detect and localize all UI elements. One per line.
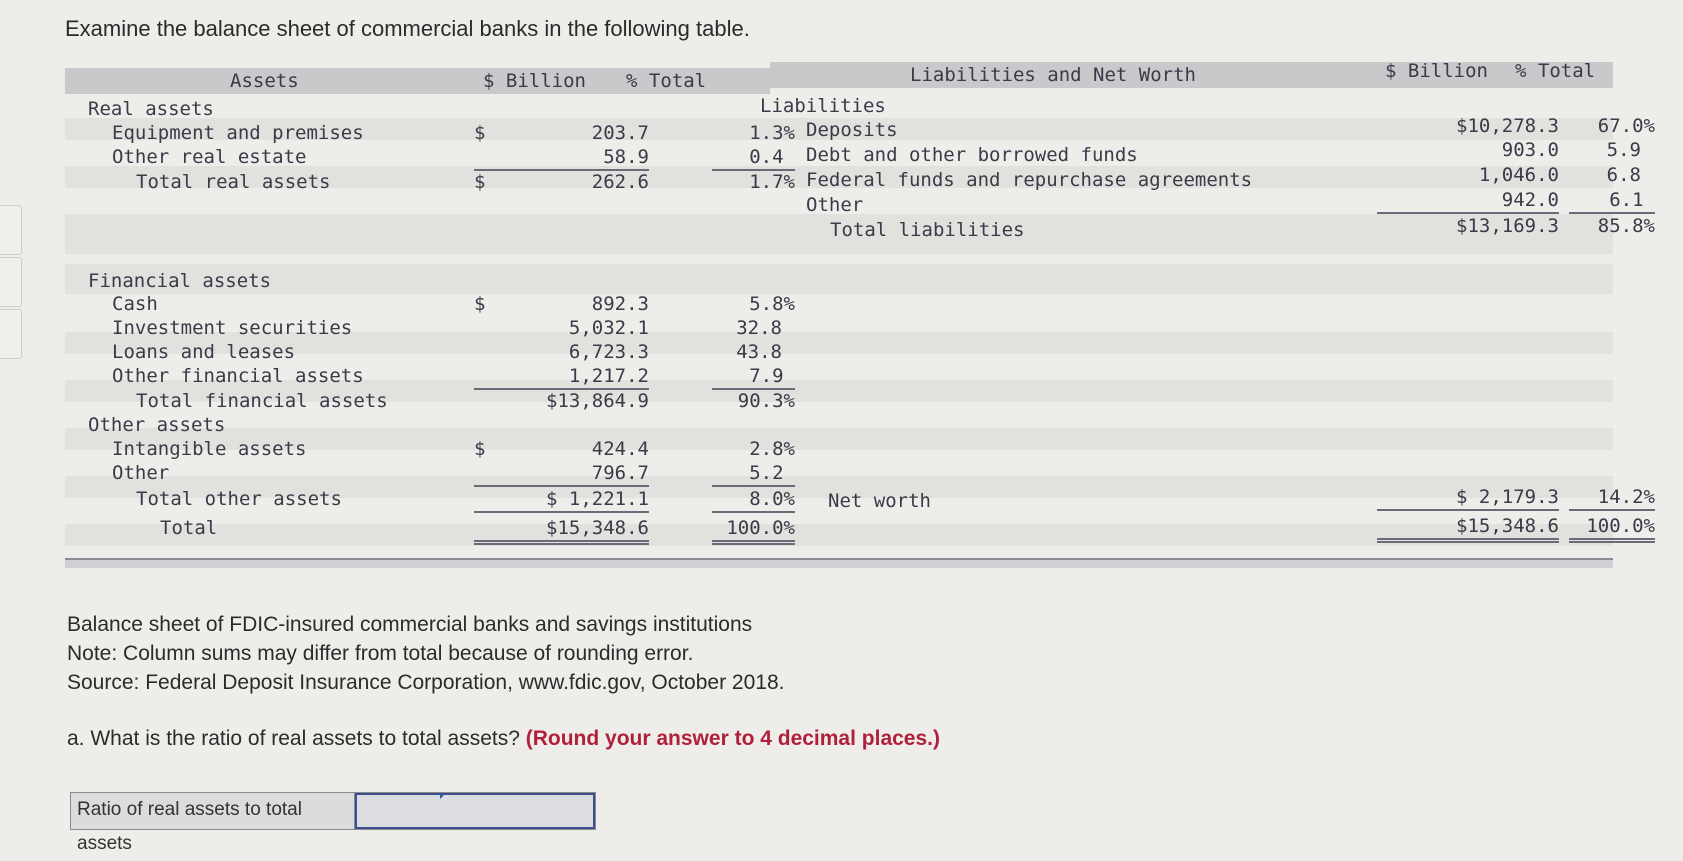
pct-loans-leases: 43.8: [736, 341, 782, 363]
pct-other-real-estate-text: 0.4: [749, 146, 784, 168]
question-instruction: (Round your answer to 4 decimal places.): [525, 727, 940, 750]
pct-other-financial-assets: 7.9: [712, 364, 795, 390]
pct-cash: 5.8%: [749, 293, 795, 315]
caption: Balance sheet of FDIC-insured commercial…: [67, 613, 753, 636]
value-other-liabilities: 942.0: [1377, 188, 1559, 214]
label-liabilities: Liabilities: [760, 95, 886, 117]
input-flag-icon: [440, 794, 445, 799]
value-grand-total: $15,348.6: [1377, 514, 1559, 543]
pct-other-liabilities: 6.1: [1569, 188, 1655, 214]
table-bottom-rule: [65, 558, 1613, 568]
side-tab[interactable]: [0, 205, 22, 255]
value-deposits: $10,278.3: [1456, 115, 1559, 137]
ratio-answer-input[interactable]: [355, 793, 595, 829]
balance-sheet-table: Assets $ Billion % Total Liabilities and…: [65, 60, 1655, 568]
pct-total-liabilities: 85.8%: [1597, 215, 1655, 237]
label-other-liabilities: Other: [806, 194, 864, 216]
pct-fed-funds: 6.8: [1606, 164, 1641, 186]
value-total-other-assets: $ 1,221.1: [474, 487, 649, 513]
label-total-liabilities: Total liabilities: [830, 219, 1025, 241]
value-net-worth: $ 2,179.3: [1377, 485, 1559, 511]
side-tab[interactable]: [0, 257, 22, 307]
label-total: Total: [160, 517, 218, 539]
pct-equipment: 1.3%: [749, 122, 795, 144]
label-equipment: Equipment and premises: [112, 122, 364, 144]
pct-debt: 5.9: [1606, 139, 1641, 161]
source: Source: Federal Deposit Insurance Corpor…: [67, 671, 785, 694]
label-real-assets: Real assets: [88, 98, 214, 120]
label-intangible-assets: Intangible assets: [112, 438, 307, 460]
header-pct-total: % Total: [626, 70, 707, 92]
header-assets: Assets: [230, 70, 299, 92]
value-intangible-assets: 424.4: [591, 438, 649, 460]
value-total: $15,348.6: [474, 516, 649, 545]
pct-total-other-assets: 8.0%: [712, 487, 795, 513]
answer-label: Ratio of real assets to total assets: [71, 793, 355, 854]
value-cash: 892.3: [591, 293, 649, 315]
label-other-real-estate: Other real estate: [112, 146, 307, 168]
note: Note: Column sums may differ from total …: [67, 642, 694, 665]
pct-deposits: 67.0%: [1597, 115, 1655, 137]
pct-other-text: 5.2: [749, 462, 784, 484]
value-other: 796.7: [474, 461, 649, 487]
value-other-real-estate: 58.9: [474, 145, 649, 171]
label-loans-leases: Loans and leases: [112, 341, 296, 363]
answer-row: Ratio of real assets to total assets: [70, 792, 596, 854]
value-total-real-assets: 262.6: [591, 171, 649, 193]
pct-other-liabilities-text: 6.1: [1609, 189, 1644, 211]
label-net-worth: Net worth: [828, 490, 931, 512]
header-billion-2: $ Billion: [1385, 60, 1488, 82]
row-band: [65, 264, 1613, 294]
side-tab[interactable]: [0, 309, 22, 359]
table-notes: Balance sheet of FDIC-insured commercial…: [67, 610, 784, 697]
label-total-other-assets: Total other assets: [136, 488, 342, 510]
pct-total: 100.0%: [712, 516, 795, 545]
pct-other-real-estate: 0.4: [712, 145, 795, 171]
pct-other-financial-assets-text: 7.9: [749, 365, 784, 387]
label-deposits: Deposits: [806, 119, 898, 141]
label-fed-funds: Federal funds and repurchase agreements: [806, 169, 1253, 191]
question-text: a. What is the ratio of real assets to t…: [67, 727, 526, 750]
pct-net-worth: 14.2%: [1569, 485, 1655, 511]
value-total-financial-assets: $13,864.9: [546, 390, 649, 412]
label-financial-assets: Financial assets: [88, 270, 272, 292]
pct-investment-securities: 32.8: [736, 317, 782, 339]
side-tabs: [0, 205, 22, 361]
value-fed-funds: 1,046.0: [1478, 164, 1559, 186]
pct-other: 5.2: [712, 461, 795, 487]
header-pct-total-2: % Total: [1515, 60, 1596, 82]
question-a: a. What is the ratio of real assets to t…: [67, 727, 940, 751]
header-billion: $ Billion: [483, 70, 586, 92]
value-total-liabilities: $13,169.3: [1456, 215, 1559, 237]
label-cash: Cash: [112, 293, 158, 315]
label-other-financial-assets: Other financial assets: [112, 365, 364, 387]
value-loans-leases: 6,723.3: [568, 341, 649, 363]
label-debt: Debt and other borrowed funds: [806, 144, 1138, 166]
label-other: Other: [112, 462, 170, 484]
intro-text: Examine the balance sheet of commercial …: [65, 16, 750, 41]
label-investment-securities: Investment securities: [112, 317, 353, 339]
label-total-financial-assets: Total financial assets: [136, 390, 388, 412]
value-equipment: 203.7: [591, 122, 649, 144]
pct-intangible-assets: 2.8%: [749, 438, 795, 460]
value-investment-securities: 5,032.1: [568, 317, 649, 339]
pct-grand-total: 100.0%: [1569, 514, 1655, 543]
label-total-real-assets: Total real assets: [136, 171, 331, 193]
value-other-financial-assets: 1,217.2: [474, 364, 649, 390]
header-liabilities-net-worth: Liabilities and Net Worth: [910, 64, 1196, 86]
pct-total-real-assets: 1.7%: [749, 171, 795, 193]
value-debt: 903.0: [1501, 139, 1559, 161]
label-other-assets: Other assets: [88, 414, 226, 436]
pct-total-financial-assets: 90.3%: [737, 390, 795, 412]
